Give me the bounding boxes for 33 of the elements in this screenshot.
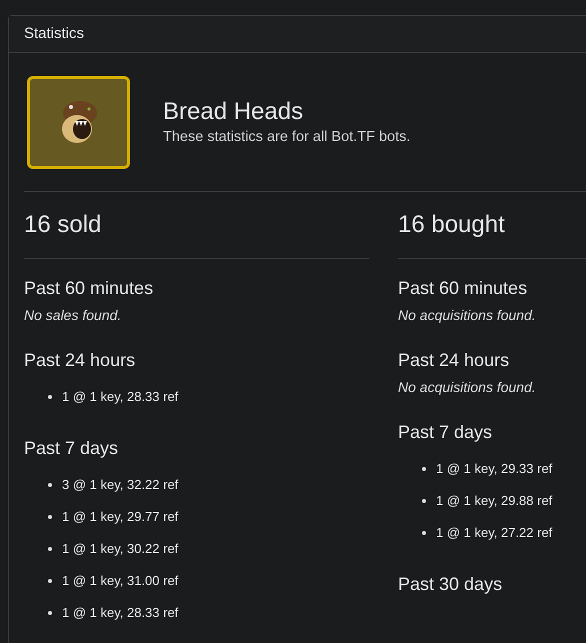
period-heading: Past 60 minutes <box>24 277 154 299</box>
bullet-icon <box>422 499 426 503</box>
sale-entry: 3 @ 1 key, 32.22 ref <box>62 476 178 494</box>
column-heading: 16 bought <box>398 210 505 240</box>
bullet-icon <box>48 515 52 519</box>
sale-entry: 1 @ 1 key, 29.33 ref <box>436 460 552 478</box>
item-subtitle: These statistics are for all Bot.TF bots. <box>163 128 410 147</box>
period-heading: Past 60 minutes <box>398 277 528 299</box>
panel-title: Statistics <box>24 24 84 44</box>
sale-entry: 1 @ 1 key, 29.88 ref <box>436 492 552 510</box>
empty-message: No sales found. <box>24 306 122 325</box>
item-name: Bread Heads <box>163 97 304 127</box>
sale-entry: 1 @ 1 key, 31.00 ref <box>62 572 178 590</box>
bullet-icon <box>422 467 426 471</box>
sale-entry: 1 @ 1 key, 29.77 ref <box>62 508 178 526</box>
bullet-icon <box>48 483 52 487</box>
sale-entry: 1 @ 1 key, 28.33 ref <box>62 388 178 406</box>
bullet-icon <box>48 611 52 615</box>
period-heading: Past 24 hours <box>24 349 136 371</box>
sale-entry: 1 @ 1 key, 27.22 ref <box>436 524 552 542</box>
empty-message: No acquisitions found. <box>398 306 537 325</box>
period-heading: Past 30 days <box>398 573 504 595</box>
bullet-icon <box>48 579 52 583</box>
empty-message: No acquisitions found. <box>398 378 537 397</box>
bullet-icon <box>48 547 52 551</box>
sale-entry: 1 @ 1 key, 30.22 ref <box>62 540 178 558</box>
period-heading: Past 24 hours <box>398 349 510 371</box>
period-heading: Past 7 days <box>398 421 494 443</box>
bullet-icon <box>48 395 52 399</box>
column-heading: 16 sold <box>24 210 102 240</box>
sale-entry: 1 @ 1 key, 28.33 ref <box>62 604 178 622</box>
bullet-icon <box>422 531 426 535</box>
period-heading: Past 7 days <box>24 437 120 459</box>
